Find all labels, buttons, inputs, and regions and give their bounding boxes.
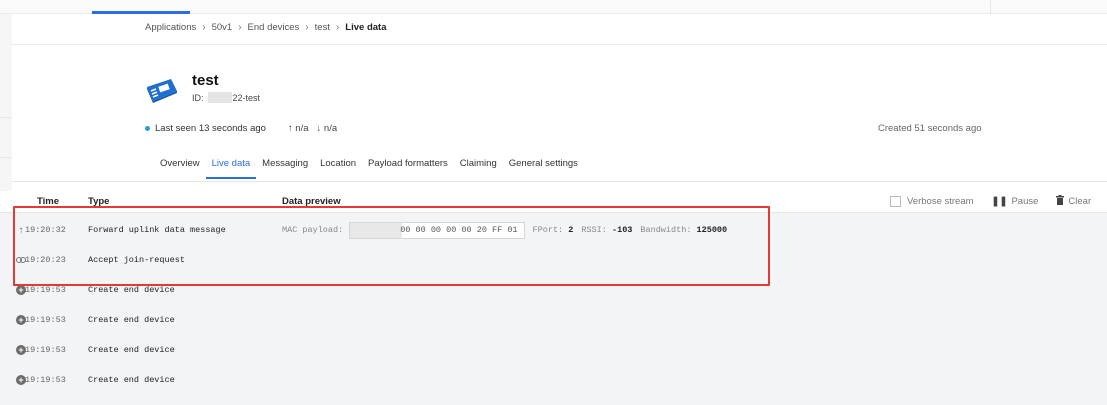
table-row[interactable]: + 19:19:53 Create end device (0, 275, 1107, 305)
stream-controls: Verbose stream ❚❚ Pause Clear (890, 195, 1091, 208)
tab-payload-formatters[interactable]: Payload formatters (362, 158, 454, 179)
event-time: 19:20:23 (25, 255, 66, 265)
tab-general-settings[interactable]: General settings (503, 158, 584, 179)
event-time: 19:20:32 (25, 225, 66, 235)
header-divider (990, 0, 991, 14)
rssi-value: -103 (612, 225, 633, 235)
column-data-preview: Data preview (282, 196, 341, 207)
tab-messaging[interactable]: Messaging (256, 158, 314, 179)
event-time: 19:19:53 (25, 345, 66, 355)
device-tabs: Overview Live data Messaging Location Pa… (154, 158, 584, 179)
verbose-label: Verbose stream (907, 196, 974, 207)
breadcrumb-device[interactable]: test (315, 22, 330, 33)
rssi-label: RSSI: (581, 225, 607, 235)
breadcrumb-applications[interactable]: Applications (145, 22, 196, 33)
column-type: Type (88, 196, 110, 207)
gutter-line (0, 157, 12, 158)
event-type: Create end device (88, 285, 175, 295)
tab-claiming[interactable]: Claiming (454, 158, 503, 179)
tab-overview[interactable]: Overview (154, 158, 206, 179)
event-time: 19:19:53 (25, 285, 66, 295)
mac-payload-value: 00 00 00 00 00 20 FF 01 (400, 225, 518, 235)
device-id: ID: 22-test (192, 92, 260, 103)
mac-payload-label: MAC payload: (282, 225, 344, 235)
last-seen-text: Last seen 13 seconds ago (155, 123, 266, 134)
left-gutter (0, 14, 12, 191)
event-time: 19:19:53 (25, 375, 66, 385)
last-seen-status: Last seen 13 seconds ago ↑ n/a ↓ n/a (145, 123, 337, 134)
tabs-divider (12, 181, 1107, 182)
tab-location[interactable]: Location (314, 158, 362, 179)
mac-payload-box[interactable]: 00 00 00 00 00 20 FF 01 (349, 221, 525, 239)
table-row[interactable]: + 19:19:53 Create end device (0, 365, 1107, 395)
fport-label: FPort: (532, 225, 564, 235)
bandwidth-value: 125000 (696, 225, 728, 235)
event-type: Create end device (88, 345, 175, 355)
events-list: ↑ 19:20:32 Forward uplink data message M… (0, 213, 1107, 405)
pause-icon: ❚❚ (991, 196, 1008, 207)
clear-button[interactable]: Clear (1056, 195, 1091, 208)
event-preview: MAC payload: 00 00 00 00 00 20 FF 01 FPo… (282, 221, 727, 239)
table-row[interactable]: + 19:19:53 Create end device (0, 335, 1107, 365)
traffic-counters: ↑ n/a ↓ n/a (288, 123, 337, 134)
breadcrumb-current: Live data (345, 22, 387, 33)
breadcrumb: Applications › 50v1 › End devices › test… (145, 22, 386, 33)
rssi-field: RSSI: -103 (581, 225, 632, 235)
bandwidth-field: Bandwidth: 125000 (640, 225, 727, 235)
verbose-stream-toggle[interactable]: Verbose stream (890, 196, 974, 207)
device-id-value: 22-test (232, 92, 261, 103)
tab-live-data[interactable]: Live data (205, 158, 257, 179)
breadcrumb-end-devices[interactable]: End devices (248, 22, 300, 33)
redacted-mask (207, 92, 232, 103)
downlink-counter: ↓ n/a (316, 123, 338, 134)
event-time: 19:19:53 (25, 315, 66, 325)
chevron-right-icon: › (335, 22, 340, 33)
pause-button[interactable]: ❚❚ Pause (992, 196, 1039, 207)
fport-field: FPort: 2 (533, 225, 574, 235)
device-id-label: ID: (192, 92, 204, 103)
event-type: Accept join-request (88, 255, 185, 265)
created-timestamp: Created 51 seconds ago (878, 123, 982, 134)
table-row[interactable]: ↑ 19:20:32 Forward uplink data message M… (0, 215, 1107, 245)
events-table-header: Time Type Data preview Verbose stream ❚❚… (0, 191, 1107, 213)
gutter-line (0, 117, 12, 118)
table-row[interactable]: 19:20:23 Accept join-request (0, 245, 1107, 275)
redacted-mask (350, 222, 403, 238)
chevron-right-icon: › (305, 22, 309, 33)
breadcrumb-application[interactable]: 50v1 (212, 22, 233, 33)
fport-value: 2 (568, 225, 574, 235)
device-icon (147, 79, 177, 103)
status-dot-icon (145, 126, 150, 131)
column-time: Time (37, 196, 60, 207)
chevron-right-icon: › (202, 22, 206, 33)
pause-label: Pause (1011, 196, 1039, 207)
bandwidth-label: Bandwidth: (640, 225, 692, 235)
event-type: Forward uplink data message (88, 225, 226, 235)
event-type: Create end device (88, 315, 175, 325)
event-type: Create end device (88, 375, 175, 385)
clear-label: Clear (1068, 196, 1092, 207)
breadcrumb-divider (12, 44, 1107, 45)
uplink-counter: ↑ n/a (287, 123, 309, 134)
app-header-strip (0, 0, 1107, 14)
verbose-checkbox[interactable] (890, 196, 901, 207)
table-row[interactable]: + 19:19:53 Create end device (0, 305, 1107, 335)
chevron-right-icon: › (238, 22, 242, 33)
trash-icon (1056, 195, 1065, 208)
device-title: test (192, 72, 219, 89)
